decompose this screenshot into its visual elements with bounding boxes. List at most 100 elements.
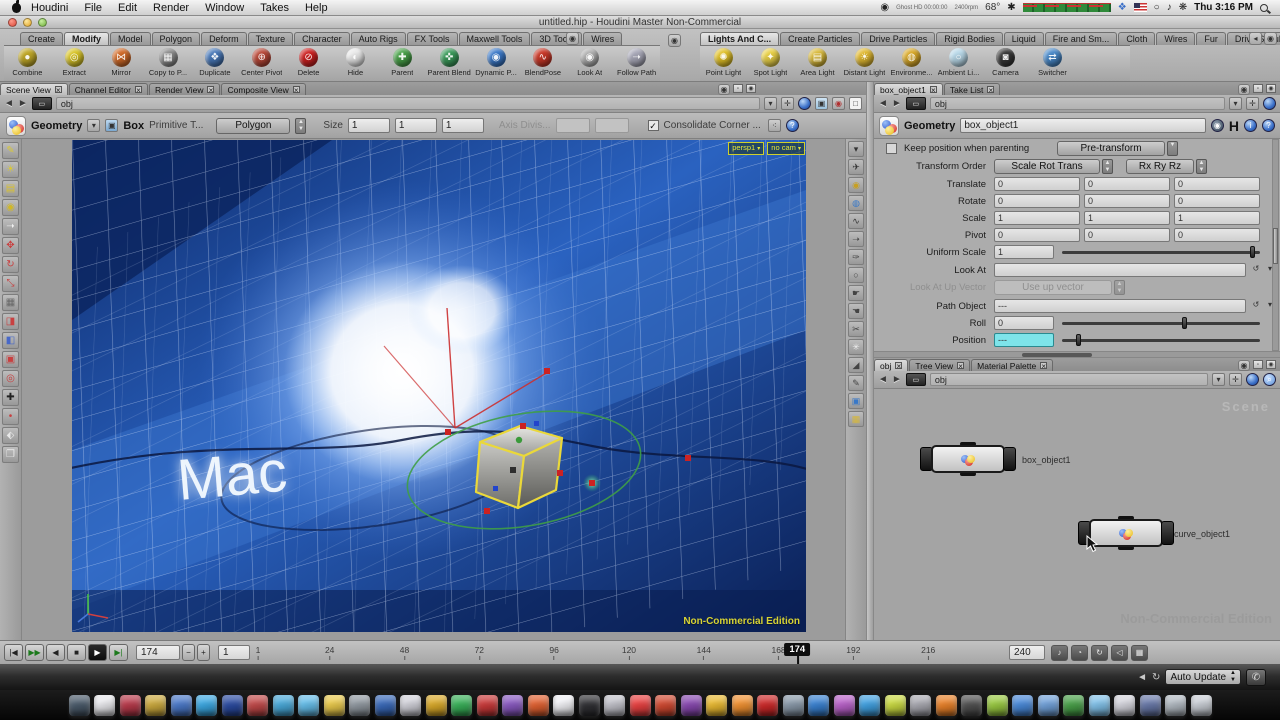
uniform-scale-field[interactable]: 1 [994,245,1054,259]
translate-z-field[interactable]: 0 [1174,177,1260,191]
shelf-tool[interactable]: ✜ Parent Blend [426,46,473,77]
dock-app-icon[interactable] [936,695,957,716]
menubar-menu[interactable]: Help [305,2,328,14]
playback-button[interactable]: |◀ [4,644,23,661]
volume-icon[interactable]: ◁ [1111,645,1128,661]
close-icon[interactable]: × [207,86,214,93]
performance-monitor-icon[interactable]: ✆ [1246,669,1266,686]
shelf-tool[interactable]: ○ Ambient Li... [935,46,982,77]
path-object-field[interactable]: --- [994,299,1246,313]
viewport-tool-icon[interactable]: ◎ [2,370,19,387]
input-language-flag-icon[interactable] [1134,3,1147,12]
shelf-tab[interactable]: Lights And C... [700,32,779,45]
viewport-display-icon[interactable]: ◍ [848,195,864,211]
forward-icon[interactable]: ► [892,374,902,385]
shelf-tab[interactable]: Drive Particles [861,32,935,45]
node-name-field[interactable]: box_object1 [960,118,1206,133]
viewport-3d-scene[interactable]: Mac Mac [72,140,806,632]
viewport-display-icon[interactable]: ▦ [848,411,864,427]
shelf-tool[interactable]: ◐ Hide [332,46,379,77]
shelf-tab[interactable]: Texture [248,32,294,45]
dock-app-icon[interactable] [247,695,268,716]
volume-icon[interactable]: ♪ [1167,2,1172,13]
shelf-tool[interactable]: ☀ Distant Light [841,46,888,77]
transform-order-stepper[interactable]: ▲▼ [1102,159,1113,174]
pane-tab[interactable]: Tree View× [909,359,970,371]
size-z-field[interactable]: 1 [442,118,484,133]
playback-button[interactable]: ▶| [109,644,128,661]
size-y-field[interactable]: 1 [395,118,437,133]
gear-icon[interactable]: ✱ [1007,2,1015,13]
dock-app-icon[interactable] [1140,695,1161,716]
playback-button[interactable]: ◀ [46,644,65,661]
translate-y-field[interactable]: 0 [1084,177,1170,191]
dock-app-icon[interactable] [910,695,931,716]
viewport-tool-icon[interactable]: ☀ [2,161,19,178]
viewport-tool-icon[interactable]: ⬖ [2,427,19,444]
shelf-tool[interactable]: ✦ Spot Light [747,46,794,77]
dock-app-icon[interactable] [1089,695,1110,716]
primitive-mode-dropdown[interactable]: Polygon [216,118,290,134]
shelf-tool[interactable]: ▦ Copy to P... [145,46,192,77]
path-dropdown-button[interactable]: ▾ [1212,373,1225,386]
playhead[interactable]: 174 [784,643,810,656]
menubar-menu[interactable]: Edit [118,2,137,14]
viewport-tool-icon[interactable]: ❐ [2,446,19,463]
loop-mode-icon[interactable]: ↻ [1091,645,1108,661]
menubar-menu[interactable]: Takes [260,2,289,14]
viewport-display-icon[interactable]: ✈ [848,159,864,175]
pane-menu-icon[interactable]: ◉ [1266,360,1276,369]
dock-app-icon[interactable] [69,695,90,716]
shelf-tool[interactable]: ◉ Look At [566,46,613,77]
viewport-display-icon[interactable]: ▾ [848,141,864,157]
dock-app-icon[interactable] [655,695,676,716]
window-titlebar[interactable]: untitled.hip - Houdini Master Non-Commer… [0,16,1280,29]
dock-app-icon[interactable] [553,695,574,716]
recook-icon[interactable]: ↻ [1152,672,1160,683]
shelf-tab[interactable]: Modify [64,32,109,45]
dock-app-icon[interactable] [349,695,370,716]
viewport-tool-icon[interactable]: • [2,408,19,425]
obj-network-icon[interactable]: ▭ [32,97,52,110]
dock-app-icon[interactable] [706,695,727,716]
viewport-tool-icon[interactable]: ⤡ [2,275,19,292]
timemachine-icon[interactable]: ○ [1154,2,1160,13]
camera-menu-badge[interactable]: persp1 ▾ [728,142,764,155]
close-icon[interactable]: × [135,86,142,93]
consolidate-checkbox[interactable]: ✓ [648,120,659,131]
pane-tab[interactable]: Channel Editor× [69,83,148,95]
dock-app-icon[interactable] [196,695,217,716]
scene-path-field[interactable]: obj [56,97,760,110]
pretransform-stepper[interactable]: ▼ [1167,141,1178,156]
dock-app-icon[interactable] [273,695,294,716]
realtime-toggle-icon[interactable]: ◔ [1071,645,1088,661]
dock-app-icon[interactable] [859,695,880,716]
spotlight-icon[interactable] [1260,4,1268,12]
position-field[interactable]: --- [994,333,1054,347]
temperature-readout[interactable]: 68° [985,2,1000,13]
shelf-tool[interactable]: ❖ Duplicate [191,46,238,77]
pane-tab[interactable]: Render View× [149,83,221,95]
pane-tab[interactable]: box_object1× [874,83,943,95]
pretransform-dropdown[interactable]: Pre-transform [1057,141,1165,156]
dock-app-icon[interactable] [477,695,498,716]
viewport-display-icon[interactable]: ✳ [848,339,864,355]
shelf-tool[interactable]: ⊕ Center Pivot [238,46,285,77]
network-editor-canvas[interactable]: Scene box_object1 curve_object1 Non-Comm… [874,389,1280,664]
network-path-field[interactable]: obj [930,373,1208,386]
display-icon[interactable]: ◉ [880,2,889,13]
dock-app-icon[interactable] [1114,695,1135,716]
playback-button[interactable]: ■ [67,644,86,661]
shelf-tab-menu-button[interactable]: ◉ [566,32,579,45]
viewport-display-icon[interactable]: ☚ [848,303,864,319]
roll-slider[interactable] [1062,316,1260,330]
viewport-tool-icon[interactable]: ▣ [2,351,19,368]
dock-app-icon[interactable] [808,695,829,716]
viewport-display-icon[interactable]: ▣ [848,393,864,409]
radial-menu-icon[interactable] [798,97,811,110]
viewport-tool-icon[interactable]: ✎ [2,142,19,159]
search-icon[interactable]: ⌕ [1263,373,1276,386]
dock-app-icon[interactable] [171,695,192,716]
maximize-pane-icon[interactable]: ▫ [1253,84,1263,93]
close-icon[interactable]: × [930,86,937,93]
